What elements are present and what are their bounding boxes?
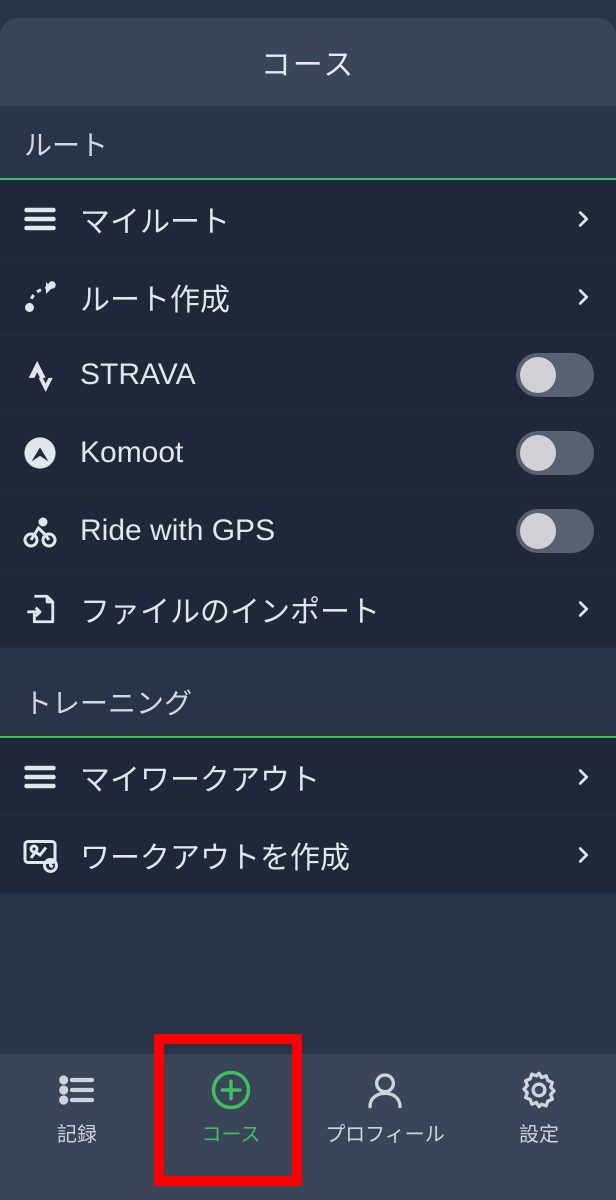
row-komoot[interactable]: Komoot — [0, 414, 616, 492]
section-header-training: トレーニング — [0, 648, 616, 738]
section-header-routes: ルート — [0, 106, 616, 180]
page-header: コース — [0, 18, 616, 106]
row-label: マイワークアウト — [62, 755, 572, 799]
row-label: STRAVA — [62, 358, 516, 392]
row-label: Komoot — [62, 436, 516, 470]
content-spacer — [0, 894, 616, 1054]
tab-settings[interactable]: 設定 — [462, 1068, 616, 1147]
row-ride-with-gps[interactable]: Ride with GPS — [0, 492, 616, 570]
row-my-workouts[interactable]: マイワークアウト — [0, 738, 616, 816]
toggle-knob — [520, 357, 556, 393]
profile-icon — [363, 1068, 407, 1112]
file-import-icon — [18, 587, 62, 631]
tab-course[interactable]: コース — [154, 1068, 308, 1147]
row-label: ファイルのインポート — [62, 587, 572, 631]
chevron-right-icon — [572, 286, 594, 308]
chevron-right-icon — [572, 766, 594, 788]
app-root: コース ルート マイルート ルート作成 STRAVA — [0, 0, 616, 1200]
chevron-right-icon — [572, 598, 594, 620]
chevron-right-icon — [572, 208, 594, 230]
row-strava[interactable]: STRAVA — [0, 336, 616, 414]
row-create-workout[interactable]: ワークアウトを作成 — [0, 816, 616, 894]
toggle-knob — [520, 513, 556, 549]
gear-icon — [517, 1068, 561, 1112]
toggle-ride-with-gps[interactable] — [516, 509, 594, 553]
workout-create-icon — [18, 833, 62, 877]
tab-label: プロフィール — [325, 1118, 445, 1147]
row-create-route[interactable]: ルート作成 — [0, 258, 616, 336]
row-label: マイルート — [62, 197, 572, 241]
record-list-icon — [55, 1068, 99, 1112]
row-label: ワークアウトを作成 — [62, 833, 572, 877]
toggle-knob — [520, 435, 556, 471]
row-import-file[interactable]: ファイルのインポート — [0, 570, 616, 648]
tab-profile[interactable]: プロフィール — [308, 1068, 462, 1147]
toggle-komoot[interactable] — [516, 431, 594, 475]
tab-label: コース — [202, 1118, 261, 1147]
tab-bar: 記録 コース プロフィール — [0, 1054, 616, 1200]
tab-record[interactable]: 記録 — [0, 1068, 154, 1147]
tab-label: 記録 — [57, 1118, 97, 1147]
route-create-icon — [18, 275, 62, 319]
toggle-strava[interactable] — [516, 353, 594, 397]
chevron-right-icon — [572, 844, 594, 866]
list-icon — [18, 197, 62, 241]
row-label: ルート作成 — [62, 275, 572, 319]
tab-label: 設定 — [519, 1118, 559, 1147]
row-label: Ride with GPS — [62, 514, 516, 548]
page-title: コース — [261, 40, 356, 84]
strava-icon — [18, 353, 62, 397]
list-icon — [18, 755, 62, 799]
cyclist-icon — [18, 509, 62, 553]
row-my-routes[interactable]: マイルート — [0, 180, 616, 258]
komoot-icon — [18, 431, 62, 475]
plus-circle-icon — [209, 1068, 253, 1112]
